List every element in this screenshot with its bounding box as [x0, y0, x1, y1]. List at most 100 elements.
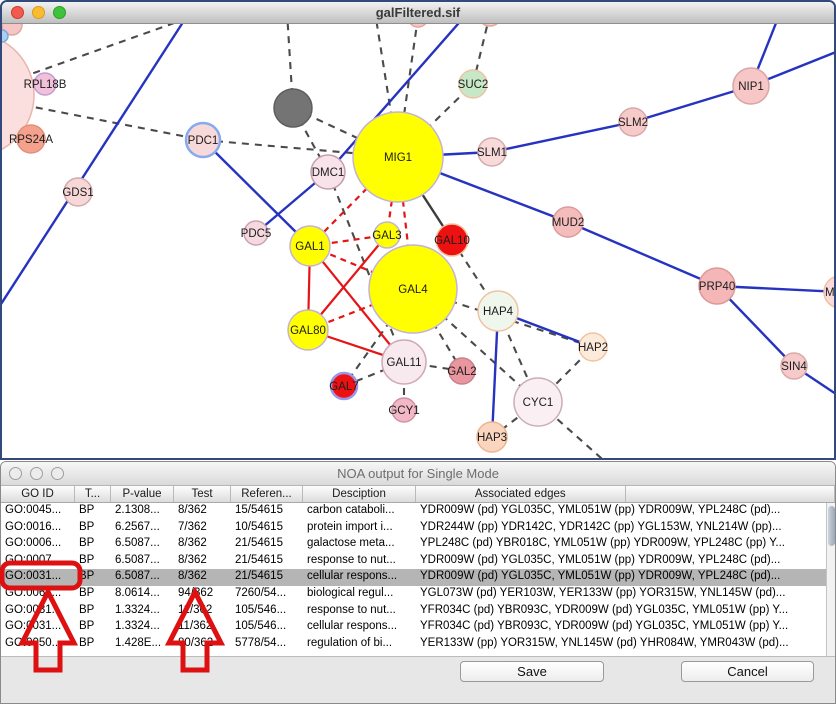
edge-vA-vB: [2, 24, 187, 318]
save-button[interactable]: Save: [460, 661, 604, 682]
node-label-GAL2: GAL2: [447, 366, 476, 378]
cell-t-: BP: [75, 503, 111, 520]
cell-t-: BP: [75, 586, 111, 603]
cell-test: 94/362: [174, 586, 231, 603]
node-label-PDC1: PDC1: [188, 135, 219, 147]
close-button[interactable]: [11, 6, 24, 19]
cell-p-value: 1.3324...: [111, 619, 174, 636]
zoom-button[interactable]: [53, 6, 66, 19]
table-row[interactable]: GO:0050...BP1.428E...80/3625778/54...reg…: [1, 636, 835, 653]
table-row[interactable]: GO:0045...BP2.1308...8/36215/54615carbon…: [1, 503, 835, 520]
zoom-button-inactive[interactable]: [51, 467, 64, 480]
cell-t-: BP: [75, 636, 111, 653]
cell-referen-: 105/546...: [231, 603, 303, 620]
node-label-GDS1: GDS1: [62, 187, 93, 199]
cell-go-id: GO:0050...: [1, 636, 75, 653]
node-label-RPL18B: RPL18B: [24, 79, 67, 91]
table-header: GO IDT...P-valueTestReferen...Desciption…: [1, 486, 835, 503]
table-row[interactable]: GO:0007...BP6.5087...8/36221/54615respon…: [1, 553, 835, 570]
cell-test: 7/362: [174, 520, 231, 537]
cell-p-value: 1.428E...: [111, 636, 174, 653]
cell-desciption: biological regul...: [303, 586, 416, 603]
close-button-inactive[interactable]: [9, 467, 22, 480]
cell-go-id: GO:0031...: [1, 603, 75, 620]
cell-go-id: GO:0045...: [1, 503, 75, 520]
minimize-button[interactable]: [32, 6, 45, 19]
cell-go-id: GO:0031...: [1, 569, 75, 586]
table-scrollbar[interactable]: [826, 503, 835, 656]
cell-test: 11/362: [174, 619, 231, 636]
node-label-MUD2: MUD2: [552, 217, 585, 229]
cell-associated-edges: YGL073W (pd) YER103W, YER133W (pp) YOR31…: [416, 586, 835, 603]
table-body: GO:0045...BP2.1308...8/36215/54615carbon…: [1, 503, 835, 656]
column-header-p-value[interactable]: P-value: [111, 486, 174, 502]
table-row[interactable]: GO:0031...BP6.5087...8/36221/54615cellul…: [1, 569, 835, 586]
table-row[interactable]: GO:0031...BP1.3324...11/362105/546...res…: [1, 603, 835, 620]
node-label-NIP1: NIP1: [738, 81, 764, 93]
table-row[interactable]: GO:0006...BP6.5087...8/36221/54615galact…: [1, 536, 835, 553]
table-row[interactable]: GO:0065...BP8.0614...94/3627260/54...bio…: [1, 586, 835, 603]
cell-referen-: 105/546...: [231, 619, 303, 636]
scrollbar-thumb[interactable]: [828, 506, 835, 546]
node-label-PRP40: PRP40: [699, 281, 735, 293]
cell-go-id: GO:0065...: [1, 586, 75, 603]
node-label-HAP3: HAP3: [477, 432, 507, 444]
cell-test: 8/362: [174, 536, 231, 553]
cell-t-: BP: [75, 553, 111, 570]
cell-referen-: 21/54615: [231, 569, 303, 586]
column-header-referen-[interactable]: Referen...: [231, 486, 303, 502]
cell-t-: BP: [75, 520, 111, 537]
node-LEFTBLUE[interactable]: [2, 30, 8, 42]
cell-associated-edges: YFR034C (pd) YBR093C, YDR009W (pd) YGL03…: [416, 603, 835, 620]
node-label-MIG1: MIG1: [384, 152, 412, 164]
cell-test: 8/362: [174, 503, 231, 520]
node-label-SLM1: SLM1: [477, 147, 507, 159]
column-header-associated-edges[interactable]: Associated edges: [416, 486, 626, 502]
cell-p-value: 6.5087...: [111, 569, 174, 586]
cell-desciption: response to nut...: [303, 553, 416, 570]
minimize-button-inactive[interactable]: [30, 467, 43, 480]
column-header-go-id[interactable]: GO ID: [1, 486, 75, 502]
node-TOP1[interactable]: [408, 24, 428, 27]
node-label-SIN4: SIN4: [781, 361, 807, 373]
cell-associated-edges: YDR009W (pd) YGL035C, YML051W (pp) YDR00…: [416, 569, 835, 586]
node-TOP2[interactable]: [478, 24, 502, 26]
cell-associated-edges: YDR009W (pd) YGL035C, YML051W (pp) YDR00…: [416, 503, 835, 520]
noa-window-title: NOA output for Single Mode: [1, 466, 835, 481]
cell-t-: BP: [75, 603, 111, 620]
node-label-MSL1: MSL1: [825, 287, 834, 299]
cell-go-id: GO:0016...: [1, 520, 75, 537]
cell-t-: BP: [75, 536, 111, 553]
column-header-test[interactable]: Test: [174, 486, 231, 502]
node-label-CYC1: CYC1: [523, 397, 554, 409]
cell-referen-: 10/54615: [231, 520, 303, 537]
cell-go-id: GO:0007...: [1, 553, 75, 570]
column-header-desciption[interactable]: Desciption: [303, 486, 416, 502]
cell-referen-: 21/54615: [231, 553, 303, 570]
cell-associated-edges: YER133W (pp) YOR315W, YNL145W (pd) YHR08…: [416, 636, 835, 653]
column-header-t-[interactable]: T...: [75, 486, 111, 502]
cell-go-id: GO:0006...: [1, 536, 75, 553]
table-row[interactable]: GO:0016...BP6.2567...7/36210/54615protei…: [1, 520, 835, 537]
network-canvas[interactable]: RPL18BRPS24AGDS1PDC1PDC5DMC1MIG1SUC2SLM1…: [2, 24, 834, 458]
cell-referen-: 5778/54...: [231, 636, 303, 653]
table-row[interactable]: GO:0031...BP1.3324...11/362105/546...cel…: [1, 619, 835, 636]
cell-desciption: protein import i...: [303, 520, 416, 537]
node-label-GAL3: GAL3: [372, 230, 401, 242]
noa-titlebar: NOA output for Single Mode: [1, 462, 835, 486]
node-label-GAL80: GAL80: [290, 325, 326, 337]
cell-go-id: GO:0031...: [1, 619, 75, 636]
cell-referen-: 7260/54...: [231, 586, 303, 603]
cell-p-value: 6.5087...: [111, 553, 174, 570]
noa-footer: Save Cancel: [1, 656, 835, 704]
cell-desciption: carbon cataboli...: [303, 503, 416, 520]
cell-p-value: 6.5087...: [111, 536, 174, 553]
network-window-title: galFiltered.sif: [2, 5, 834, 20]
cancel-button[interactable]: Cancel: [681, 661, 814, 682]
node-GRAY[interactable]: [274, 89, 312, 127]
edge-SLM1-SLM2: [492, 122, 633, 152]
cell-t-: BP: [75, 569, 111, 586]
cell-p-value: 6.2567...: [111, 520, 174, 537]
node-label-GAL4: GAL4: [398, 284, 428, 296]
cell-test: 11/362: [174, 603, 231, 620]
